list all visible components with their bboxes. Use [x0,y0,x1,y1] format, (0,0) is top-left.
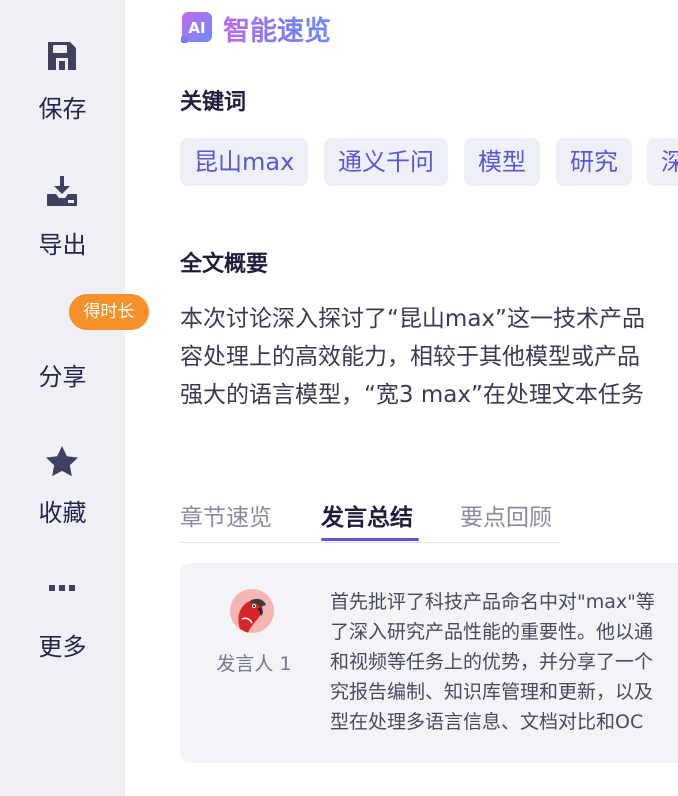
main-panel: AI 智能速览 关键词 昆山max 通义千问 模型 研究 深 全文概要 本次讨论… [125,0,678,796]
speaker-name: 发言人 1 [216,653,292,675]
overview-line: 容处理上的高效能力，相较于其他模型或产品 [180,344,640,370]
ai-logo-text: AI [188,19,205,37]
overview-line: 本次讨论深入探讨了“昆山max”这一技术产品 [180,306,645,332]
overview-text: 本次讨论深入探讨了“昆山max”这一技术产品 容处理上的高效能力，相较于其他模型… [180,300,678,414]
star-icon [46,446,78,477]
sidebar-item-label: 收藏 [38,499,87,527]
keyword-tag[interactable]: 深 [647,138,678,186]
summary-line: 首先批评了科技产品命名中对"max"等 [330,591,655,613]
summary-line: 和视频等任务上的优势，并分享了一个 [330,651,654,673]
speaker-avatar [230,589,274,633]
keyword-tag[interactable]: 研究 [556,138,632,186]
speaker-summary-text: 首先批评了科技产品命名中对"max"等 了深入研究产品性能的重要性。他以通 和视… [330,587,678,737]
summary-tabs: 章节速览 发言总结 要点回顾 [180,498,558,543]
tab-speaker-summary[interactable]: 发言总结 [321,498,413,532]
speaker-summary-card: 发言人 1 首先批评了科技产品命名中对"max"等 了深入研究产品性能的重要性。… [180,563,678,763]
parrot-avatar-icon [230,589,274,633]
summary-line: 究报告编制、知识库管理和更新，以及 [330,681,654,703]
sidebar-item-label: 分享 [38,363,87,391]
ai-logo-icon: AI [181,12,212,43]
keyword-tag[interactable]: 模型 [464,138,540,186]
export-icon [47,176,77,206]
keyword-tag[interactable]: 通义千问 [324,138,448,186]
sidebar-item-label: 保存 [38,95,87,123]
overview-line: 强大的语言模型，“宽3 max”在处理文本任务 [180,382,644,408]
sidebar-item-label: 更多 [38,633,87,661]
overview-heading: 全文概要 [180,252,269,277]
sidebar: 保存 导出 得时长 分享 收藏 更多 [0,0,149,796]
tab-key-points[interactable]: 要点回顾 [460,498,552,532]
keyword-tag[interactable]: 昆山max [180,138,309,186]
summary-line: 型在处理多语言信息、文档对比和OC [330,711,644,733]
sidebar-item-label: 导出 [38,231,87,259]
tab-chapters[interactable]: 章节速览 [180,498,272,532]
active-tab-indicator [321,538,419,541]
summary-line: 了深入研究产品性能的重要性。他以通 [330,621,654,643]
more-icon [49,585,75,591]
page-title: 智能速览 [223,9,331,48]
save-icon [48,42,76,70]
keywords-heading: 关键词 [180,90,247,115]
